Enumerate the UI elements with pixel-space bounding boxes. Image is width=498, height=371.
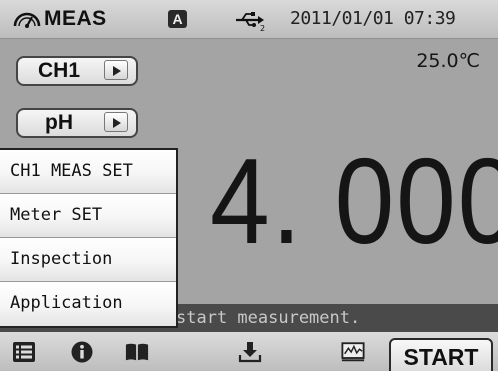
svg-text:2: 2 — [260, 24, 265, 32]
status-bar: MEAS A 2 2011/01/01 07:39 — [0, 0, 498, 39]
mode-label: MEAS — [44, 7, 107, 30]
graph-icon[interactable] — [341, 341, 365, 363]
auto-range-badge: A — [168, 10, 187, 28]
menu-item-label: Inspection — [10, 249, 113, 269]
date-time: 2011/01/01 07:39 — [290, 8, 456, 29]
parameter-selector-button[interactable]: pH — [16, 108, 138, 138]
start-button[interactable]: START — [389, 338, 493, 371]
temperature-readout: 25.0℃ — [416, 50, 480, 72]
triangle-right-icon[interactable] — [104, 112, 128, 132]
download-icon[interactable] — [238, 341, 262, 363]
parameter-label: pH — [45, 111, 73, 134]
list-icon[interactable] — [12, 341, 36, 363]
menu-item-label: Application — [10, 293, 123, 313]
gauge-icon — [13, 12, 41, 28]
meter-screen: MEAS A 2 2011/01/01 07:39 25.0℃ CH1 pH 4… — [0, 0, 498, 371]
usb-icon: 2 — [236, 12, 265, 32]
menu-item-application[interactable]: Application — [0, 282, 176, 326]
popup-menu: CH1 MEAS SET Meter SET Inspection Applic… — [0, 148, 178, 328]
menu-item-label: Meter SET — [10, 205, 103, 225]
menu-item-meter-set[interactable]: Meter SET — [0, 194, 176, 238]
menu-item-inspection[interactable]: Inspection — [0, 238, 176, 282]
menu-item-label: CH1 MEAS SET — [10, 161, 133, 181]
channel-selector-button[interactable]: CH1 — [16, 56, 138, 86]
info-icon[interactable] — [70, 341, 94, 363]
book-icon[interactable] — [125, 341, 149, 363]
measurement-value: 4. 000 — [210, 133, 498, 269]
triangle-right-icon[interactable] — [104, 60, 128, 80]
channel-label: CH1 — [37, 59, 80, 82]
status-message: start measurement. — [176, 308, 361, 328]
menu-item-ch1-meas-set[interactable]: CH1 MEAS SET — [0, 150, 176, 194]
